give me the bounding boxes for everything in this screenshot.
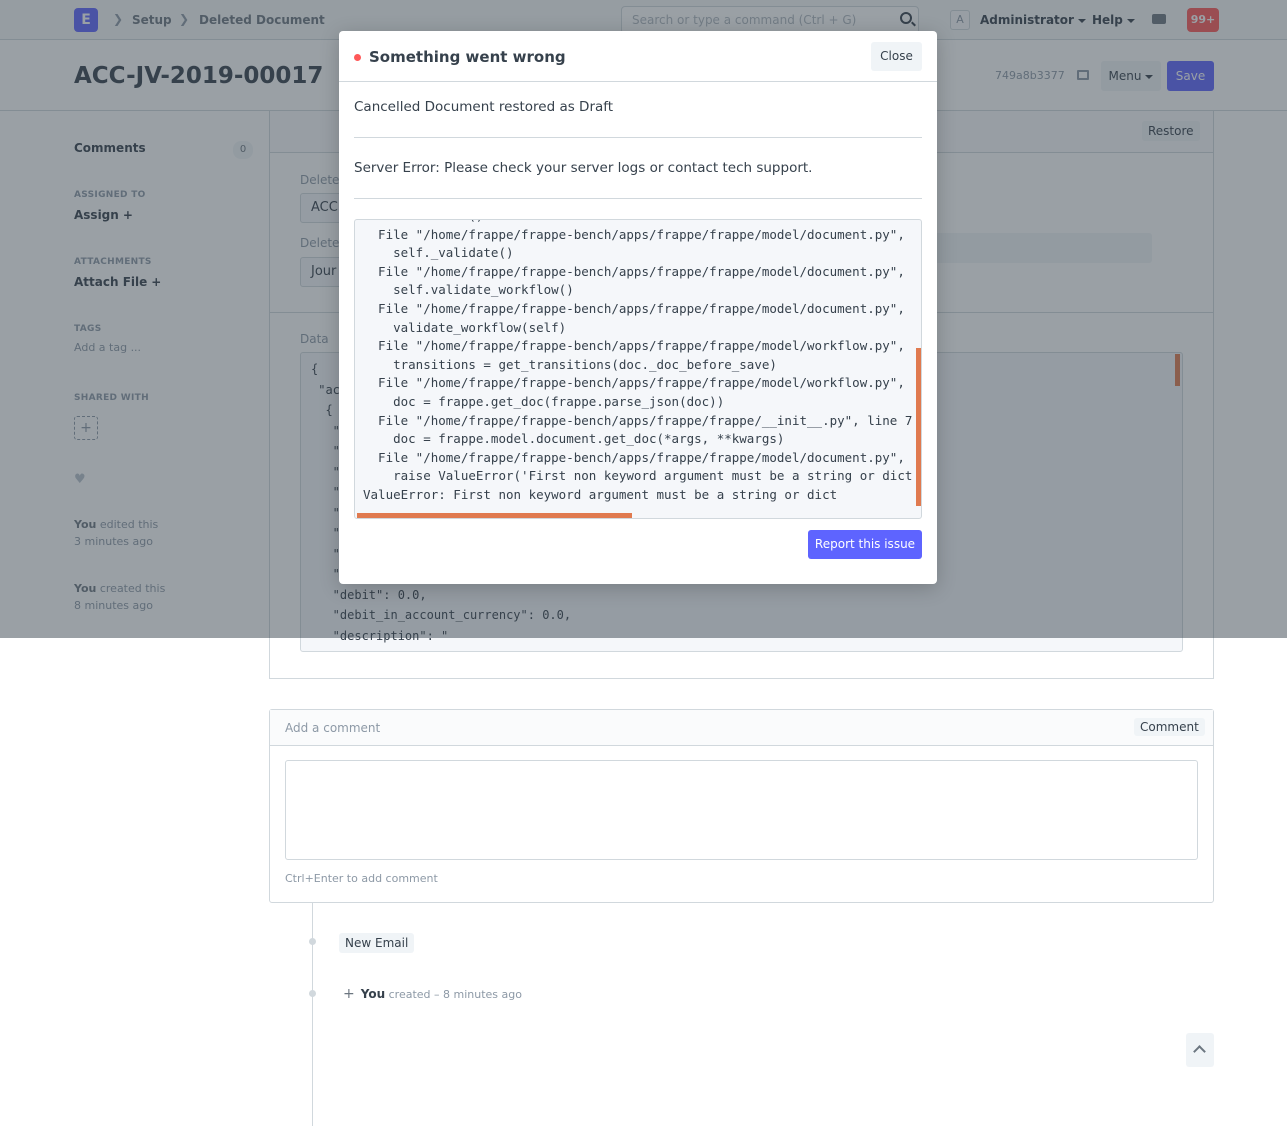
timeline-entry: + You created – 8 minutes ago	[343, 986, 522, 1002]
traceback-horizontal-scrollbar[interactable]	[357, 513, 632, 518]
close-button[interactable]: Close	[871, 42, 922, 71]
timeline-dot	[309, 990, 316, 997]
error-indicator-icon	[354, 54, 361, 61]
modal-divider	[354, 137, 922, 138]
chevron-up-icon	[1193, 1045, 1206, 1058]
timeline-text: created – 8 minutes ago	[388, 988, 522, 1001]
timeline-line	[312, 903, 313, 1126]
comment-input[interactable]	[285, 760, 1198, 860]
traceback-box[interactable]: doc.insert() File "/home/frappe/frappe-b…	[354, 219, 922, 519]
traceback-text: doc.insert() File "/home/frappe/frappe-b…	[363, 220, 913, 502]
modal-header: Something went wrong Close	[339, 31, 937, 82]
server-error-message: Server Error: Please check your server l…	[354, 160, 813, 176]
modal-divider	[354, 198, 922, 199]
comment-hint: Ctrl+Enter to add comment	[285, 872, 438, 885]
comment-header: Add a comment Comment	[270, 710, 1213, 746]
new-email-button[interactable]: New Email	[339, 933, 415, 953]
plus-icon: +	[343, 986, 355, 1002]
comment-button[interactable]: Comment	[1134, 718, 1205, 736]
report-issue-button[interactable]: Report this issue	[808, 530, 922, 559]
scroll-to-top-button[interactable]	[1186, 1033, 1214, 1067]
timeline-dot	[309, 938, 316, 945]
modal-title: Something went wrong	[369, 48, 566, 66]
traceback-vertical-scrollbar[interactable]	[916, 348, 921, 506]
comment-card: Add a comment Comment Ctrl+Enter to add …	[269, 709, 1214, 903]
add-comment-label: Add a comment	[285, 721, 381, 735]
modal-message: Cancelled Document restored as Draft	[354, 99, 614, 115]
timeline-user[interactable]: You	[361, 987, 385, 1001]
error-modal: Something went wrong Close Cancelled Doc…	[339, 31, 937, 584]
